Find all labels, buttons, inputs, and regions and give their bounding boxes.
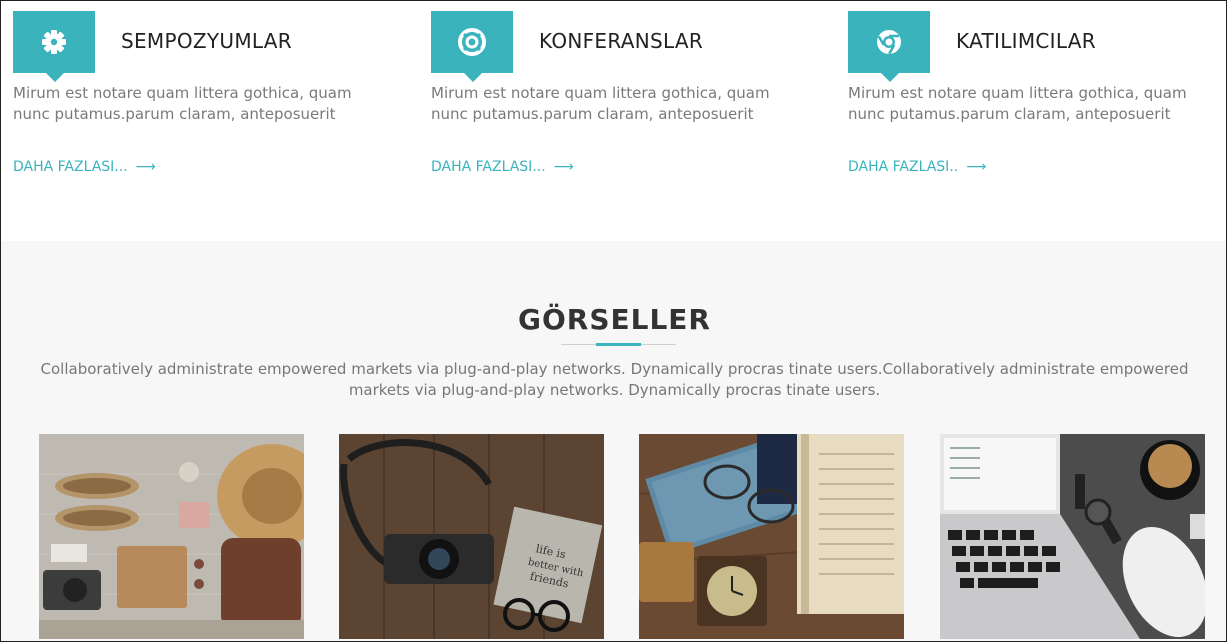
arrow-right-icon: ⟶ bbox=[135, 159, 156, 175]
arrow-right-icon: ⟶ bbox=[966, 159, 987, 175]
service-description: Mirum est notare quam littera gothica, q… bbox=[431, 84, 770, 123]
service-title: KATILIMCILAR bbox=[956, 29, 1096, 53]
service-icon-box bbox=[848, 11, 930, 82]
gallery-title: GÖRSELLER bbox=[517, 303, 711, 336]
service-description: Mirum est notare quam littera gothica, q… bbox=[13, 84, 352, 123]
read-more-label: DAHA FAZLASI... bbox=[431, 159, 546, 175]
chrome-icon bbox=[877, 30, 901, 55]
title-divider-left bbox=[561, 344, 596, 345]
gear-icon bbox=[42, 30, 66, 54]
title-underline bbox=[596, 343, 641, 346]
read-more-label: DAHA FAZLASI... bbox=[13, 159, 128, 175]
arrow-right-icon: ⟶ bbox=[553, 159, 574, 175]
service-icon-box bbox=[431, 11, 513, 82]
camera-notebook-image[interactable]: life is better with friends bbox=[339, 434, 604, 639]
laptop-coffee-image[interactable] bbox=[940, 434, 1205, 639]
glasses-book-image[interactable] bbox=[639, 434, 904, 639]
service-icon-box bbox=[13, 11, 95, 82]
title-divider-right bbox=[641, 344, 676, 345]
read-more-link[interactable]: DAHA FAZLASI.. ⟶ bbox=[848, 159, 986, 175]
services-section: SEMPOZYUMLAR Mirum est notare quam litte… bbox=[1, 1, 1226, 241]
service-title: SEMPOZYUMLAR bbox=[121, 29, 292, 53]
gallery-section: GÖRSELLER Collaboratively administrate e… bbox=[1, 241, 1226, 641]
read-more-link[interactable]: DAHA FAZLASI... ⟶ bbox=[13, 159, 156, 175]
travel-flatlay-image[interactable] bbox=[39, 434, 304, 639]
service-description: Mirum est notare quam littera gothica, q… bbox=[848, 84, 1187, 123]
life-ring-icon bbox=[458, 28, 486, 56]
service-title: KONFERANSLAR bbox=[539, 29, 704, 53]
page-frame: SEMPOZYUMLAR Mirum est notare quam litte… bbox=[0, 0, 1227, 642]
gallery-description: Collaboratively administrate empowered m… bbox=[40, 360, 1189, 399]
read-more-label: DAHA FAZLASI.. bbox=[848, 159, 959, 175]
read-more-link[interactable]: DAHA FAZLASI... ⟶ bbox=[431, 159, 574, 175]
